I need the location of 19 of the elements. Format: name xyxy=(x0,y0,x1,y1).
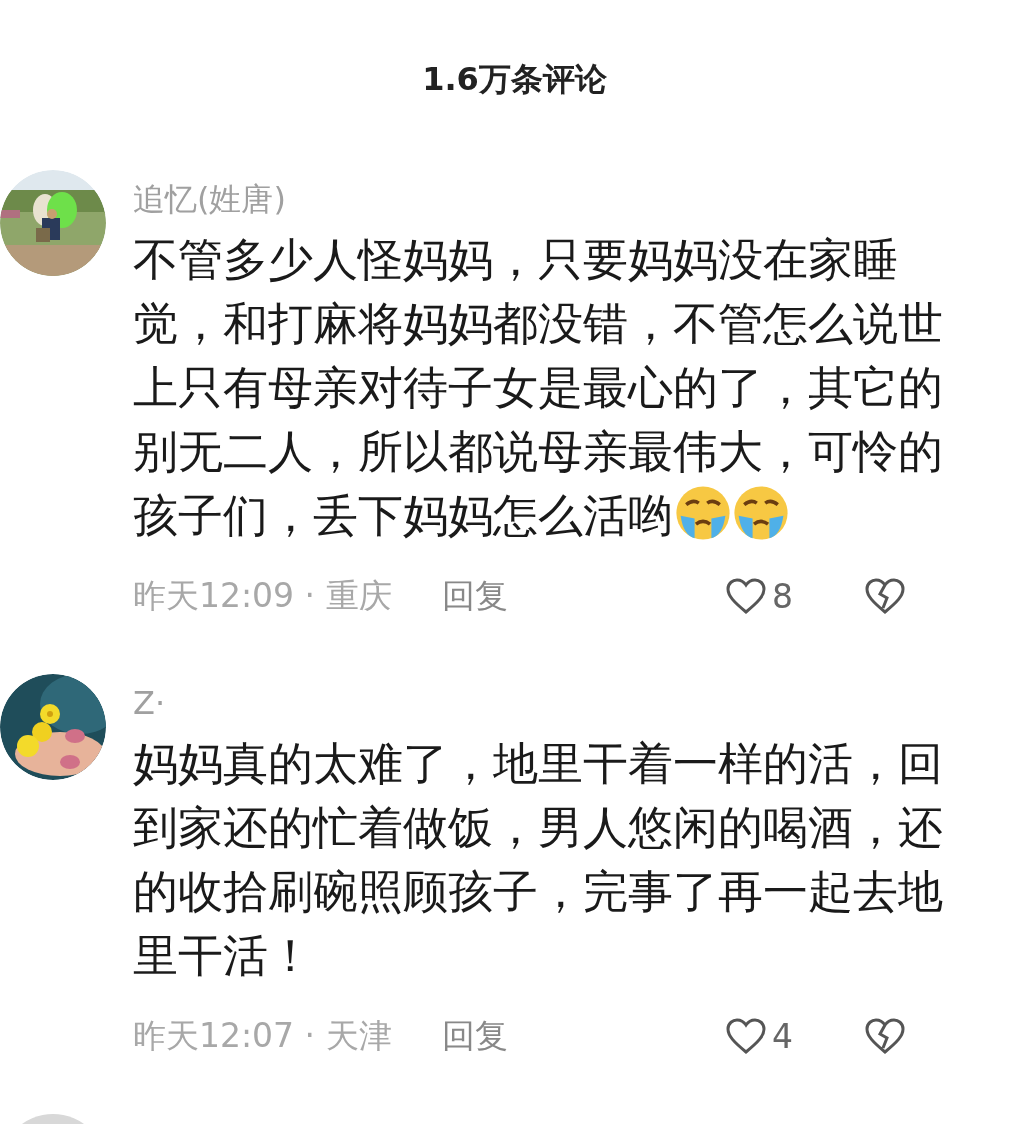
reply-button[interactable]: 回复 xyxy=(441,573,508,619)
time-location: 昨天12:09 · 重庆 xyxy=(133,574,392,617)
like-count: 8 xyxy=(772,576,793,616)
like-count: 4 xyxy=(772,1016,793,1056)
crying-face-icon xyxy=(675,485,731,541)
reply-button[interactable]: 回复 xyxy=(441,1013,508,1059)
username[interactable]: 追忆(姓唐) xyxy=(133,170,963,228)
like-button[interactable]: 8 xyxy=(726,576,793,616)
broken-heart-icon[interactable] xyxy=(865,1018,905,1054)
broken-heart-icon[interactable] xyxy=(865,578,905,614)
comments-count-title: 1.6万条评论 xyxy=(421,59,608,100)
time-location: 昨天12:07 · 天津 xyxy=(133,1014,392,1057)
like-button[interactable]: 4 xyxy=(726,1016,793,1056)
comment-text: 妈妈真的太难了，地里干着一样的活，回到家还的忙着做饭，男人悠闲的喝酒，还的收拾刷碗照顾孩子，完事了再一起去地里干活！ xyxy=(133,736,944,984)
heart-icon xyxy=(726,1018,766,1054)
crying-face-icon xyxy=(733,485,789,541)
heart-icon xyxy=(726,578,766,614)
username[interactable]: Z· xyxy=(133,674,963,732)
comment-text: 不管多少人怪妈妈，只要妈妈没在家睡觉，和打麻将妈妈都没错，不管怎么说世上只有母亲对待子女是最心的了，其它的别无二人，所以都说母亲最伟大，可怜的孩子们，丢下妈妈怎么活哟 xyxy=(133,232,944,544)
